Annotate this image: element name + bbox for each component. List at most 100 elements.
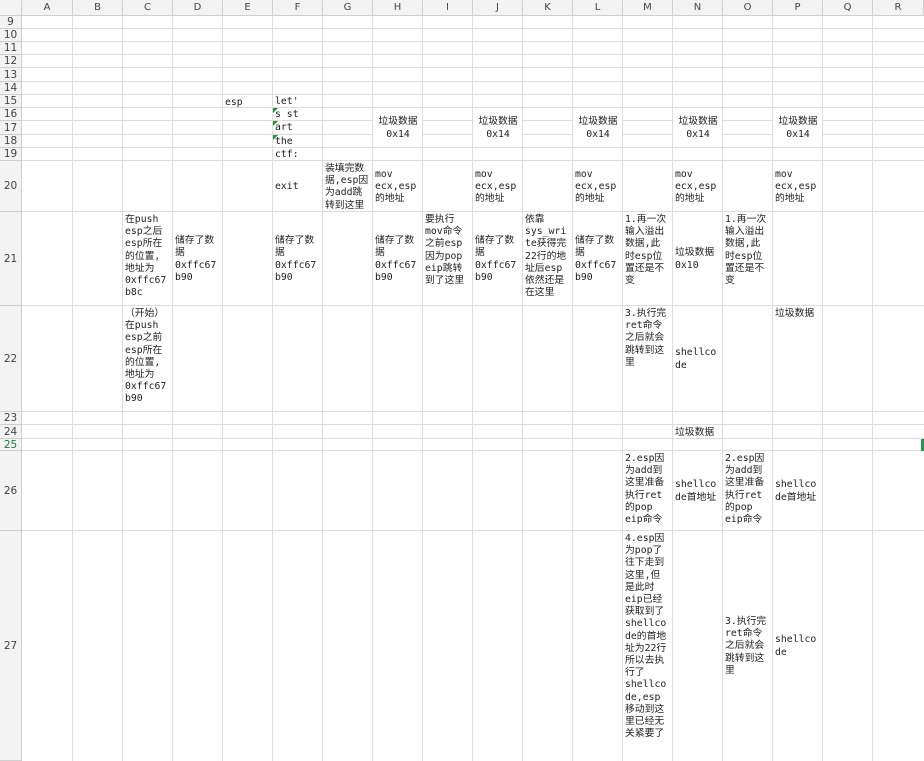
cell-J20[interactable]: mov ecx,esp 的地址 bbox=[473, 161, 522, 211]
row-header-9[interactable]: 9 bbox=[0, 16, 22, 29]
cell-F20[interactable]: exit bbox=[273, 161, 322, 211]
cell-N24[interactable]: 垃圾数据 bbox=[673, 425, 722, 438]
cell-N26[interactable]: shellco de首地址 bbox=[673, 451, 722, 530]
row-header-13[interactable]: 13 bbox=[0, 68, 22, 82]
cell-P26[interactable]: shellco de首地址 bbox=[773, 451, 822, 530]
spreadsheet-grid[interactable]: ABCDEFGHIJKLMNOPQR 9 10 11 12 13 14 15 16 17 18 19… bbox=[0, 0, 924, 761]
gridline-h bbox=[373, 450, 423, 451]
cell-F17[interactable]: art bbox=[273, 121, 322, 134]
row-header-24[interactable]: 24 bbox=[0, 425, 22, 439]
row-header-15[interactable]: 15 bbox=[0, 95, 22, 108]
row-header-11[interactable]: 11 bbox=[0, 42, 22, 55]
column-header-l[interactable]: L bbox=[573, 0, 623, 16]
row-header-21[interactable]: 21 bbox=[0, 212, 22, 306]
cell-D21[interactable]: 储存了数 据 0xffc67 b90 bbox=[173, 212, 222, 305]
cell-I21[interactable]: 要执行 mov命令 之前esp 因为pop eip跳转 到了这里 bbox=[423, 212, 472, 305]
cell-N22[interactable]: shellco de bbox=[673, 306, 722, 411]
column-header-e[interactable]: E bbox=[223, 0, 273, 16]
gridline-h bbox=[73, 67, 123, 68]
cell-F21[interactable]: 储存了数 据 0xffc67 b90 bbox=[273, 212, 322, 305]
row-header-20[interactable]: 20 bbox=[0, 161, 22, 212]
gridline-h bbox=[173, 305, 223, 306]
gridline-h bbox=[723, 54, 773, 55]
gridline-v bbox=[372, 412, 373, 425]
cell-M21[interactable]: 1.再一次 输入溢出 数据,此 时esp位 置还是不 变 bbox=[623, 212, 672, 305]
cell-P20[interactable]: mov ecx,esp 的地址 bbox=[773, 161, 822, 211]
cell-C21[interactable]: 在push esp之后 esp所在 的位置, 地址为 0xffc67 b8c bbox=[123, 212, 172, 305]
row-header-10[interactable]: 10 bbox=[0, 29, 22, 42]
gridline-v bbox=[122, 121, 123, 135]
gridline-v bbox=[172, 451, 173, 531]
cell-E15[interactable]: esp bbox=[223, 95, 272, 107]
row-header-25[interactable]: 25 bbox=[0, 439, 22, 451]
column-header-a[interactable]: A bbox=[22, 0, 73, 16]
cell-H21[interactable]: 储存了数 据 0xffc67 b90 bbox=[373, 212, 422, 305]
row-header-22[interactable]: 22 bbox=[0, 306, 22, 412]
gridline-v bbox=[822, 68, 823, 82]
cell-M26[interactable]: 2.esp因 为add到 这里准备 执行ret 的pop eip命令 bbox=[623, 451, 672, 530]
gridline-v bbox=[872, 121, 873, 135]
gridline-v bbox=[522, 148, 523, 161]
select-all-corner[interactable] bbox=[0, 0, 22, 16]
gridline-h bbox=[573, 67, 623, 68]
row-header-18[interactable]: 18 bbox=[0, 135, 22, 148]
gridline-v bbox=[272, 55, 273, 68]
gridline-v bbox=[872, 68, 873, 82]
column-header-c[interactable]: C bbox=[123, 0, 173, 16]
cell-O21[interactable]: 1.再一次 输入溢出 数据,此 时esp位 置还是不 变 bbox=[723, 212, 772, 305]
row-header-19[interactable]: 19 bbox=[0, 148, 22, 161]
column-header-i[interactable]: I bbox=[423, 0, 473, 16]
column-header-d[interactable]: D bbox=[173, 0, 223, 16]
cell-F19[interactable]: ctf: bbox=[273, 148, 322, 160]
cell-J16-merged[interactable]: 垃圾数据 0x14 bbox=[473, 108, 522, 147]
column-header-n[interactable]: N bbox=[673, 0, 723, 16]
cell-C22[interactable]: （开始） 在push esp之前 esp所在 的位置, 地址为 0xffc67 … bbox=[123, 306, 172, 411]
gridline-h bbox=[823, 160, 873, 161]
cell-P22[interactable]: 垃圾数据 bbox=[773, 306, 822, 411]
gridline-h bbox=[423, 94, 473, 95]
cell-L16-merged[interactable]: 垃圾数据 0x14 bbox=[573, 108, 622, 147]
cell-F15[interactable]: let' bbox=[273, 95, 322, 107]
column-header-f[interactable]: F bbox=[273, 0, 323, 16]
column-header-b[interactable]: B bbox=[73, 0, 123, 16]
cell-G20[interactable]: 装填完数据,esp因为add跳转到这里 bbox=[323, 161, 372, 211]
row-header-17[interactable]: 17 bbox=[0, 121, 22, 135]
cell-L20[interactable]: mov ecx,esp 的地址 bbox=[573, 161, 622, 211]
column-header-o[interactable]: O bbox=[723, 0, 773, 16]
cell-N16-merged[interactable]: 垃圾数据 0x14 bbox=[673, 108, 722, 147]
cell-F18[interactable]: the bbox=[273, 135, 322, 147]
cell-P27[interactable]: shellco de bbox=[773, 531, 822, 760]
column-header-p[interactable]: P bbox=[773, 0, 823, 16]
column-header-q[interactable]: Q bbox=[823, 0, 873, 16]
cell-M27[interactable]: 4.esp因 为pop了 往下走到 这里,但 是此时 eip已经 获取到了 sh… bbox=[623, 531, 672, 760]
cell-N20[interactable]: mov ecx,esp 的地址 bbox=[673, 161, 722, 211]
cell-L21[interactable]: 储存了数 据 0xffc67 b90 bbox=[573, 212, 622, 305]
cell-N21[interactable]: 垃圾数据 0x10 bbox=[673, 212, 722, 305]
row-header-12[interactable]: 12 bbox=[0, 55, 22, 68]
cell-F16[interactable]: s st bbox=[273, 108, 322, 120]
row-header-26[interactable]: 26 bbox=[0, 451, 22, 531]
cell-M22[interactable]: 3.执行完 ret命令 之后就会 跳转到这 里 bbox=[623, 306, 672, 411]
row-header-27[interactable]: 27 bbox=[0, 531, 22, 761]
gridline-v bbox=[722, 108, 723, 121]
row-header-23[interactable]: 23 bbox=[0, 412, 22, 425]
column-header-k[interactable]: K bbox=[523, 0, 573, 16]
cell-O27[interactable]: 3.执行完 ret命令 之后就会 跳转到这 里 bbox=[723, 531, 772, 760]
cell-H20[interactable]: mov ecx,esp 的地址 bbox=[373, 161, 422, 211]
gridline-h bbox=[123, 94, 173, 95]
column-header-h[interactable]: H bbox=[373, 0, 423, 16]
row-header-16[interactable]: 16 bbox=[0, 108, 22, 121]
gridline-v bbox=[822, 412, 823, 425]
row-header-14[interactable]: 14 bbox=[0, 82, 22, 95]
gridline-v bbox=[222, 42, 223, 55]
column-header-m[interactable]: M bbox=[623, 0, 673, 16]
column-header-g[interactable]: G bbox=[323, 0, 373, 16]
cell-H16-merged[interactable]: 垃圾数据 0x14 bbox=[373, 108, 422, 147]
cell-K21[interactable]: 依靠 sys_wri te获得完 22行的地 址后esp 依然还是 在这里 bbox=[523, 212, 572, 305]
column-header-r[interactable]: R bbox=[873, 0, 924, 16]
gridline-h bbox=[723, 94, 773, 95]
column-header-j[interactable]: J bbox=[473, 0, 523, 16]
cell-J21[interactable]: 储存了数 据 0xffc67 b90 bbox=[473, 212, 522, 305]
cell-O26[interactable]: 2.esp因 为add到 这里准备 执行ret 的pop eip命令 bbox=[723, 451, 772, 530]
cell-P16-merged[interactable]: 垃圾数据 0x14 bbox=[773, 108, 822, 147]
